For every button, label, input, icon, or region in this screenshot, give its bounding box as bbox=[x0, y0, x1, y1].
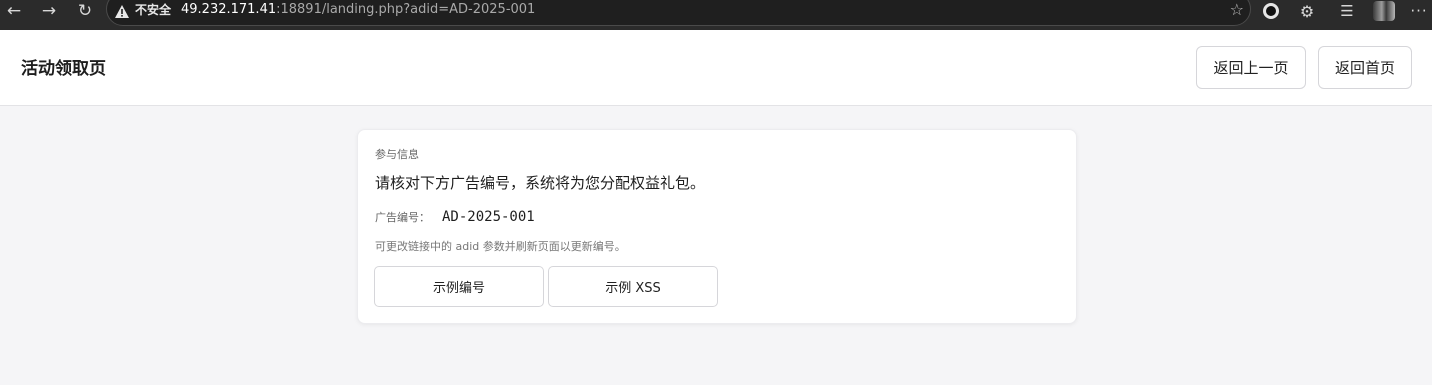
section-label: 参与信息 bbox=[375, 148, 419, 161]
back-button[interactable]: 返回上一页 bbox=[1196, 46, 1306, 89]
page-title: 活动领取页 bbox=[21, 59, 106, 79]
forward-arrow-icon[interactable]: → bbox=[36, 0, 62, 22]
back-arrow-icon[interactable]: ← bbox=[1, 0, 27, 22]
ad-id-label: 广告编号： bbox=[375, 211, 430, 224]
participation-card: 参与信息 请核对下方广告编号，系统将为您分配权益礼包。 广告编号： AD-202… bbox=[357, 129, 1077, 324]
extensions-puzzle-icon[interactable]: ⚙ bbox=[1296, 0, 1318, 22]
warning-icon[interactable] bbox=[115, 5, 129, 18]
profile-avatar[interactable] bbox=[1372, 0, 1396, 22]
instruction-message: 请核对下方广告编号，系统将为您分配权益礼包。 bbox=[375, 174, 706, 192]
reload-icon[interactable]: ↻ bbox=[72, 0, 98, 22]
address-bar[interactable]: 不安全 49.232.171.41:18891/landing.php?adid… bbox=[106, 0, 1251, 26]
ad-id-value: AD-2025-001 bbox=[442, 209, 535, 225]
browser-toolbar: ← → ↻ 不安全 49.232.171.41:18891/landing.ph… bbox=[0, 0, 1432, 30]
record-extension-icon[interactable] bbox=[1262, 0, 1280, 22]
url-host: 49.232.171.41 bbox=[181, 2, 277, 17]
bookmark-star-icon[interactable]: ☆ bbox=[1230, 1, 1244, 19]
more-menu-icon[interactable]: ··· bbox=[1408, 0, 1430, 22]
url-path: :18891/landing.php?adid=AD-2025-001 bbox=[276, 2, 536, 17]
favorites-icon[interactable]: ☰ bbox=[1336, 0, 1358, 22]
sample-id-button[interactable]: 示例编号 bbox=[374, 266, 544, 307]
sample-xss-button[interactable]: 示例 XSS bbox=[548, 266, 718, 307]
home-button[interactable]: 返回首页 bbox=[1318, 46, 1412, 89]
security-status-label[interactable]: 不安全 bbox=[135, 2, 171, 18]
url-text[interactable]: 49.232.171.41:18891/landing.php?adid=AD-… bbox=[181, 2, 535, 18]
page-header: 活动领取页 返回上一页 返回首页 bbox=[0, 30, 1432, 106]
hint-text: 可更改链接中的 adid 参数并刷新页面以更新编号。 bbox=[375, 240, 626, 253]
